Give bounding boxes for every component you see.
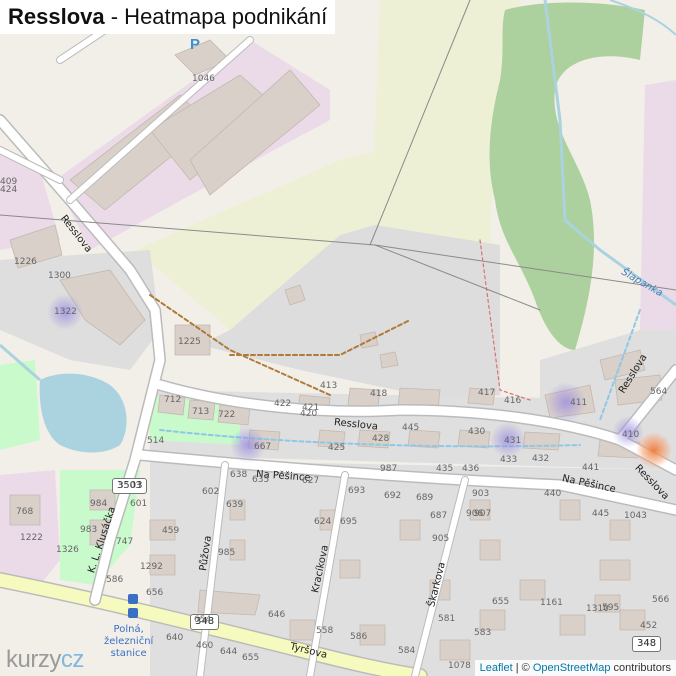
house-number: 460 (196, 641, 214, 651)
house-number: 640 (166, 633, 184, 643)
house-number: 459 (162, 526, 180, 536)
house-number: 984 (90, 499, 108, 509)
house-number: 695 (340, 517, 358, 527)
house-number: 1326 (56, 545, 79, 555)
house-number: 558 (316, 626, 334, 636)
house-number: 1043 (624, 511, 647, 521)
house-number: 983 (80, 525, 98, 535)
house-number: 1161 (540, 598, 563, 608)
house-number: 418 (370, 389, 388, 399)
house-number: 747 (116, 537, 134, 547)
road-shield-348-east: 348 (632, 636, 662, 652)
house-number: 639 (226, 500, 244, 510)
house-number: 435 (436, 464, 454, 474)
house-number: 410 (622, 430, 640, 440)
house-number: 655 (242, 653, 260, 663)
leaflet-link[interactable]: Leaflet (480, 662, 513, 674)
osm-link[interactable]: OpenStreetMap (533, 662, 611, 674)
house-number: 624 (314, 517, 332, 527)
house-number: 586 (106, 575, 124, 585)
house-number: 693 (348, 486, 366, 496)
house-number: 1078 (448, 661, 471, 671)
house-number: 635 (252, 475, 270, 485)
house-number: 433 (500, 455, 518, 465)
house-number: 1226 (14, 257, 37, 267)
house-number: 1322 (54, 307, 77, 317)
house-number: 687 (430, 511, 448, 521)
house-number: 514 (147, 436, 165, 446)
bus-stop-icon (128, 594, 138, 604)
house-number: 581 (438, 614, 456, 624)
map-attribution: Leaflet | © OpenStreetMap contributors (474, 660, 676, 676)
map-base-layer (0, 0, 676, 676)
house-number: 692 (384, 491, 402, 501)
house-number: 1310 (586, 604, 609, 614)
house-number: 638 (230, 470, 248, 480)
house-number: 3503 (118, 481, 141, 491)
house-number: 656 (146, 588, 164, 598)
house-number: 583 (474, 628, 492, 638)
house-number: 417 (478, 388, 496, 398)
house-number: 422 (274, 399, 292, 409)
house-number: 768 (16, 507, 34, 517)
title-bold: Resslova (8, 4, 105, 29)
house-number: 713 (192, 407, 210, 417)
house-number: 586 (350, 632, 368, 642)
house-number: 452 (640, 621, 658, 631)
house-number: 420 (300, 409, 318, 419)
station-label: Polná, železniční stanice (104, 624, 154, 659)
house-number: 987 (380, 464, 398, 474)
house-number: 722 (218, 410, 236, 420)
house-number: 712 (164, 395, 182, 405)
house-number: 424 (0, 185, 18, 195)
house-number: 445 (402, 423, 420, 433)
house-number: 1292 (140, 562, 163, 572)
house-number: 430 (468, 427, 486, 437)
map-canvas[interactable]: Resslova - Heatmapa podnikání P Resslova… (0, 0, 676, 676)
house-number: 646 (268, 610, 286, 620)
house-number: 1225 (178, 337, 201, 347)
house-number: 985 (218, 548, 236, 558)
house-number: 428 (372, 434, 390, 444)
house-number: 566 (652, 595, 670, 605)
heat-point-east (636, 432, 672, 468)
house-number: 584 (398, 646, 416, 656)
house-number: 627 (302, 476, 320, 486)
house-number: 411 (570, 398, 588, 408)
house-number: 903 (472, 489, 490, 499)
house-number: 425 (328, 443, 346, 453)
house-number: 905 (432, 534, 450, 544)
house-number: 644 (220, 647, 238, 657)
map-title: Resslova - Heatmapa podnikání (0, 0, 336, 34)
train-icon (128, 608, 138, 618)
house-number: 689 (416, 493, 434, 503)
house-number: 431 (504, 436, 522, 446)
house-number: 654 (194, 615, 212, 625)
house-number: 416 (504, 396, 522, 406)
house-number: 906 (466, 509, 484, 519)
house-number: 564 (650, 387, 668, 397)
house-number: 445 (592, 509, 610, 519)
kurzy-logo: kurzycz (6, 646, 84, 673)
house-number: 436 (462, 464, 480, 474)
house-number: 432 (532, 454, 550, 464)
title-rest: - Heatmapa podnikání (104, 4, 328, 29)
house-number: 667 (254, 442, 272, 452)
parking-icon: P (190, 36, 201, 53)
house-number: 413 (320, 381, 338, 391)
house-number: 441 (582, 463, 600, 473)
house-number: 1046 (192, 74, 215, 84)
house-number: 655 (492, 597, 510, 607)
house-number: 440 (544, 489, 562, 499)
house-number: 602 (202, 487, 220, 497)
house-number: 601 (130, 499, 148, 509)
house-number: 1222 (20, 533, 43, 543)
house-number: 1300 (48, 271, 71, 281)
